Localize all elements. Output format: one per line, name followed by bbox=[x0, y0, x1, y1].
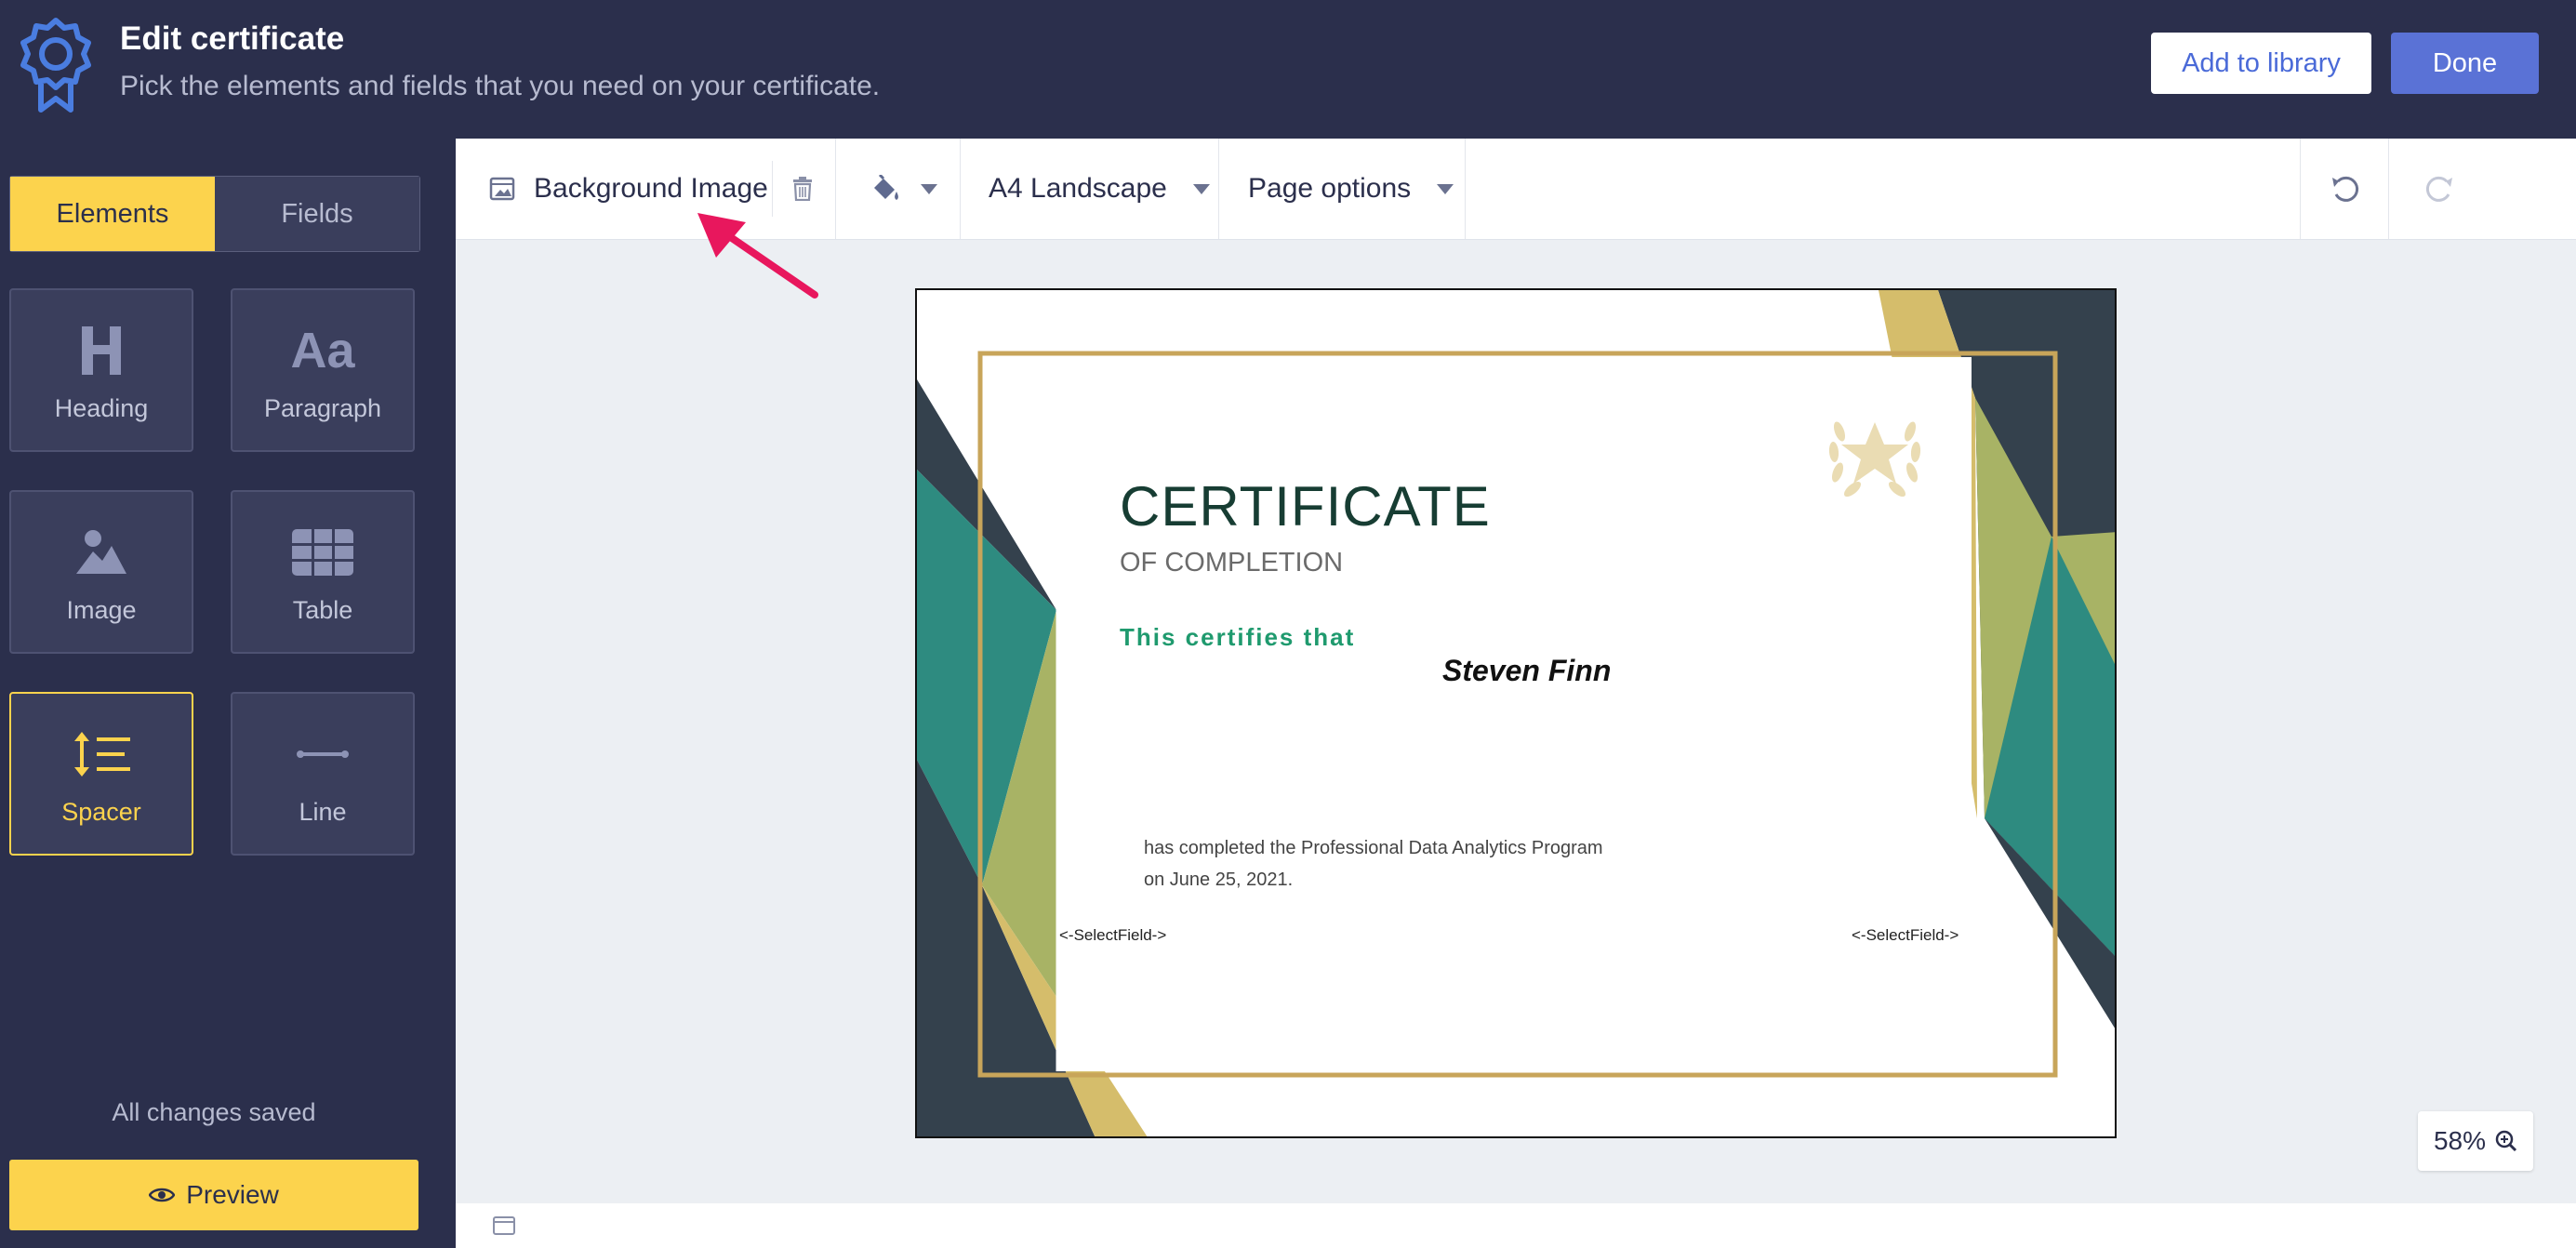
background-color-picker[interactable] bbox=[870, 139, 937, 239]
divider bbox=[1465, 139, 1466, 239]
certificate-title[interactable]: CERTIFICATE bbox=[1120, 474, 1491, 538]
certificate-badge-icon bbox=[19, 17, 93, 113]
trash-icon bbox=[792, 177, 813, 201]
done-button[interactable]: Done bbox=[2391, 33, 2539, 94]
undo-icon bbox=[2329, 172, 2362, 206]
element-table[interactable]: Table bbox=[231, 490, 415, 654]
recipient-name[interactable]: Steven Finn bbox=[1442, 654, 1611, 688]
element-label: Image bbox=[66, 596, 137, 624]
paragraph-icon: Aa bbox=[290, 323, 355, 378]
save-status: All changes saved bbox=[112, 1098, 316, 1126]
zoom-in-icon bbox=[2495, 1130, 2517, 1152]
redo-icon bbox=[2423, 172, 2456, 206]
chevron-down-icon bbox=[1437, 183, 1454, 194]
header: Edit certificate Pick the elements and f… bbox=[0, 0, 2576, 139]
element-label: Table bbox=[292, 596, 353, 624]
chevron-down-icon bbox=[921, 183, 937, 194]
background-image-icon bbox=[489, 177, 515, 201]
divider bbox=[1218, 139, 1219, 239]
page-icon[interactable] bbox=[493, 1216, 515, 1235]
tab-elements[interactable]: Elements bbox=[10, 177, 215, 251]
element-heading[interactable]: Heading bbox=[9, 288, 193, 452]
zoom-control[interactable]: 58% bbox=[2418, 1111, 2533, 1171]
element-spacer[interactable]: Spacer bbox=[9, 692, 193, 856]
certifies-text[interactable]: This certifies that bbox=[1120, 623, 1355, 652]
element-label: Spacer bbox=[61, 798, 141, 826]
chevron-down-icon bbox=[1192, 183, 1210, 194]
element-label: Heading bbox=[54, 394, 149, 422]
line-icon bbox=[232, 722, 413, 787]
redo-button[interactable] bbox=[2423, 139, 2456, 239]
sidebar: Elements Fields Heading Aa Paragraph Ima… bbox=[0, 139, 456, 1248]
tab-fields[interactable]: Fields bbox=[215, 177, 419, 251]
add-to-library-button[interactable]: Add to library bbox=[2151, 33, 2371, 94]
element-paragraph[interactable]: Aa Paragraph bbox=[231, 288, 415, 452]
element-line[interactable]: Line bbox=[231, 692, 415, 856]
paint-bucket-icon bbox=[870, 175, 900, 203]
background-image-label: Background Image bbox=[534, 173, 768, 204]
certificate-canvas[interactable]: CERTIFICATE OF COMPLETION This certifies… bbox=[915, 288, 2117, 1138]
spacer-icon bbox=[11, 722, 192, 787]
select-field-left[interactable]: <-SelectField-> bbox=[1059, 926, 1166, 945]
eye-icon bbox=[148, 1180, 176, 1210]
undo-button[interactable] bbox=[2329, 139, 2362, 239]
element-label: Paragraph bbox=[263, 394, 382, 422]
heading-icon bbox=[11, 318, 192, 383]
image-icon bbox=[11, 520, 192, 585]
page-subtitle: Pick the elements and fields that you ne… bbox=[120, 71, 881, 101]
body-line: on June 25, 2021. bbox=[1144, 870, 1294, 890]
divider bbox=[960, 139, 961, 239]
divider bbox=[2388, 139, 2389, 239]
annotation-arrow bbox=[697, 213, 818, 299]
page-title: Edit certificate bbox=[120, 20, 345, 57]
select-field-right[interactable]: <-SelectField-> bbox=[1852, 926, 1959, 945]
page-options-dropdown[interactable]: Page options bbox=[1248, 139, 1454, 239]
certificate-subtitle[interactable]: OF COMPLETION bbox=[1120, 548, 1343, 578]
divider bbox=[772, 161, 773, 217]
sidebar-tabs: Elements Fields bbox=[9, 176, 420, 252]
bottom-bar bbox=[456, 1203, 2576, 1248]
preview-button[interactable]: Preview bbox=[9, 1160, 418, 1230]
body-line: has completed the Professional Data Anal… bbox=[1144, 838, 1603, 858]
table-icon bbox=[232, 520, 413, 585]
certificate-body[interactable]: has completed the Professional Data Anal… bbox=[1144, 832, 1603, 896]
element-label: Line bbox=[299, 798, 347, 826]
certificate-background-image bbox=[917, 290, 2115, 1136]
divider bbox=[835, 139, 836, 239]
preview-label: Preview bbox=[186, 1180, 279, 1209]
divider bbox=[2300, 139, 2301, 239]
zoom-level: 58% bbox=[2433, 1126, 2487, 1155]
page-options-label: Page options bbox=[1248, 173, 1412, 204]
page-size-label: A4 Landscape bbox=[989, 173, 1167, 204]
page-size-dropdown[interactable]: A4 Landscape bbox=[989, 139, 1210, 239]
element-image[interactable]: Image bbox=[9, 490, 193, 654]
